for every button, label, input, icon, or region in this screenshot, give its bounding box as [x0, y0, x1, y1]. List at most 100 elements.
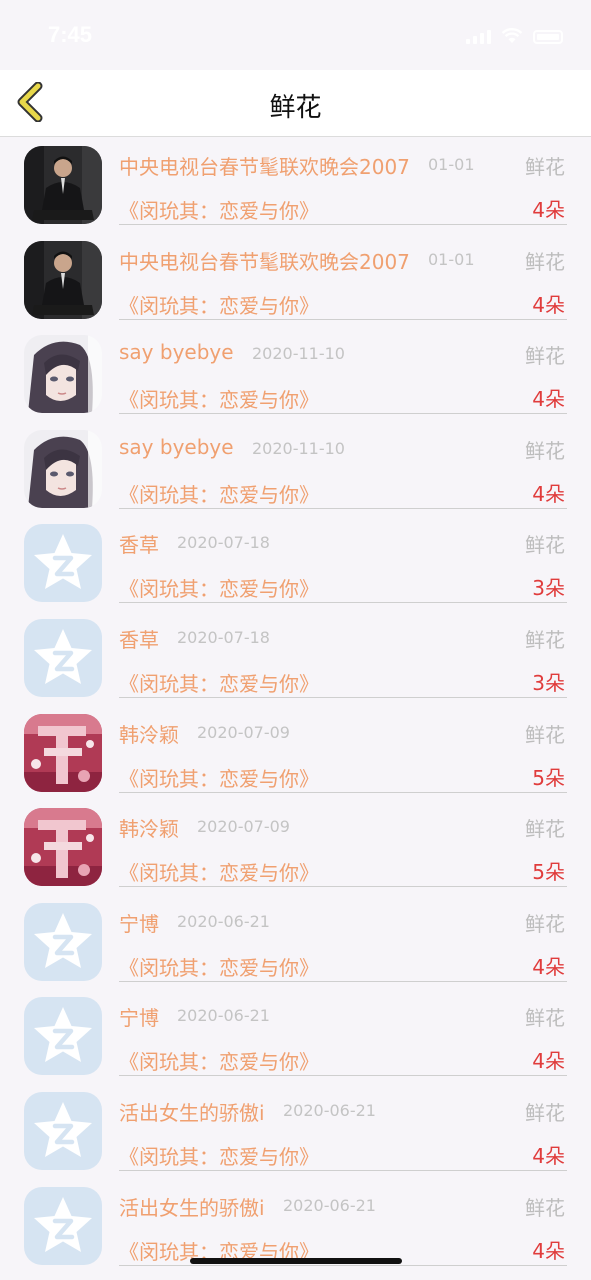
sender-name[interactable]: 韩泠颖 — [119, 719, 179, 748]
page-title: 鲜花 — [269, 93, 322, 123]
gift-type-label: 鲜花 — [525, 533, 565, 558]
gift-date: 01-01 — [428, 249, 475, 269]
list-item[interactable]: 韩泠颖 2020-07-09 鲜花《闵玧其：恋爱与你》 5朵 — [0, 799, 591, 894]
gift-type-label: 鲜花 — [525, 155, 565, 179]
list-item[interactable]: say byebye 2020-11-10 鲜花《闵玧其：恋爱与你》 4朵 — [0, 421, 591, 516]
sender-name[interactable]: 活出女生的骄傲i — [119, 1192, 265, 1221]
wifi-icon — [501, 28, 523, 43]
avatar[interactable] — [24, 1186, 102, 1265]
sender-name[interactable]: 中央电视台春节髦联欢晚会2007 — [119, 246, 410, 275]
sender-name[interactable]: 活出女生的骄傲i — [119, 1097, 265, 1126]
gift-date: 2020-07-09 — [197, 722, 290, 742]
flower-count: 4朵 — [532, 481, 565, 506]
gift-type-label: 鲜花 — [525, 1195, 565, 1220]
gift-date: 01-01 — [428, 155, 475, 174]
song-title[interactable]: 《闵玧其：恋爱与你》 — [119, 668, 319, 697]
list-item[interactable]: 活出女生的骄傲i 2020-06-21 鲜花 《闵玧其：恋爱与你》 4朵 — [0, 1083, 591, 1178]
flower-count: 5朵 — [532, 765, 565, 790]
gift-date: 2020-11-10 — [252, 438, 345, 458]
avatar[interactable] — [24, 618, 102, 697]
avatar[interactable] — [24, 1091, 102, 1170]
gift-type-label: 鲜花 — [525, 722, 565, 747]
gift-type-label: 鲜花 — [525, 627, 565, 652]
sender-name[interactable]: say byebye — [119, 435, 234, 459]
cellular-signal-icon — [466, 30, 491, 44]
gift-date: 2020-06-21 — [283, 1195, 376, 1215]
list-item[interactable]: 韩泠颖 2020-07-09 鲜花《闵玧其：恋爱与你》 5朵 — [0, 705, 591, 800]
row-divider — [119, 980, 567, 982]
row-divider — [119, 1169, 567, 1171]
gift-type-label: 鲜花 — [525, 1006, 565, 1031]
gift-type-label: 鲜花 — [525, 438, 565, 463]
list-item[interactable]: 香草 2020-07-18 鲜花《闵玧其：恋爱与你》 3朵 — [0, 515, 591, 610]
flower-count: 4朵 — [532, 292, 565, 317]
list-item[interactable]: 香草 2020-07-18 鲜花《闵玧其：恋爱与你》 3朵 — [0, 610, 591, 705]
list-item[interactable]: 宁博 2020-06-21 鲜花《闵玧其：恋爱与你》 4朵 — [0, 894, 591, 989]
song-title[interactable]: 《闵玧其：恋爱与你》 — [119, 1141, 319, 1170]
song-title[interactable]: 《闵玧其：恋爱与你》 — [119, 857, 319, 886]
list-item[interactable]: 宁博 2020-06-21 鲜花《闵玧其：恋爱与你》 4朵 — [0, 988, 591, 1083]
song-title[interactable]: 《闵玧其：恋爱与你》 — [119, 384, 319, 413]
row-divider — [119, 602, 567, 604]
song-title[interactable]: 《闵玧其：恋爱与你》 — [119, 479, 319, 508]
avatar[interactable] — [24, 335, 102, 414]
sender-name[interactable]: 中央电视台春节髦联欢晚会2007 — [119, 151, 410, 180]
row-divider — [119, 696, 567, 698]
flower-gift-list: 中央电视台春节髦联欢晚会2007 01-01 鲜花 《闵玧其：恋爱与你》 4朵 中央电视台… — [0, 137, 591, 1272]
avatar[interactable] — [24, 146, 102, 224]
sender-name[interactable]: say byebye — [119, 340, 234, 364]
row-divider — [119, 507, 567, 509]
gift-date: 2020-06-21 — [283, 1100, 376, 1120]
gift-type-label: 鲜花 — [525, 817, 565, 842]
gift-date: 2020-07-18 — [177, 627, 270, 647]
sender-name[interactable]: 宁博 — [119, 1002, 159, 1031]
song-title[interactable]: 《闵玧其：恋爱与你》 — [119, 952, 319, 981]
gift-date: 2020-07-09 — [197, 817, 290, 837]
avatar[interactable] — [24, 524, 102, 603]
sender-name[interactable]: 香草 — [119, 624, 159, 653]
row-divider — [119, 1075, 567, 1077]
avatar[interactable] — [24, 808, 102, 887]
song-title[interactable]: 《闵玧其：恋爱与你》 — [119, 763, 319, 792]
flower-count: 4朵 — [532, 954, 565, 979]
home-indicator[interactable] — [190, 1258, 402, 1264]
flower-count: 4朵 — [532, 198, 565, 222]
song-title[interactable]: 《闵玧其：恋爱与你》 — [119, 1046, 319, 1075]
status-icons — [466, 28, 563, 44]
gift-date: 2020-07-18 — [177, 533, 270, 553]
gift-date: 2020-06-21 — [177, 1006, 270, 1026]
gift-type-label: 鲜花 — [525, 1100, 565, 1125]
avatar[interactable] — [24, 902, 102, 981]
status-time: 7:45 — [48, 22, 93, 47]
flower-count: 5朵 — [532, 860, 565, 885]
gift-type-label: 鲜花 — [525, 344, 565, 369]
avatar[interactable] — [24, 240, 102, 319]
row-divider — [119, 886, 567, 888]
battery-icon — [533, 30, 563, 44]
flower-count: 3朵 — [532, 576, 565, 601]
list-item[interactable]: 中央电视台春节髦联欢晚会2007 01-01 鲜花 《闵玧其：恋爱与你》 4朵 — [0, 232, 591, 327]
flower-count: 4朵 — [532, 1049, 565, 1074]
list-item[interactable]: say byebye 2020-11-10 鲜花《闵玧其：恋爱与你》 4朵 — [0, 326, 591, 421]
sender-name[interactable]: 韩泠颖 — [119, 813, 179, 842]
row-divider — [119, 318, 567, 320]
sender-name[interactable]: 香草 — [119, 529, 159, 558]
row-divider — [119, 224, 567, 225]
gift-type-label: 鲜花 — [525, 911, 565, 936]
gift-date: 2020-06-21 — [177, 911, 270, 931]
flower-count: 3朵 — [532, 670, 565, 695]
sender-name[interactable]: 宁博 — [119, 908, 159, 937]
flower-count: 4朵 — [532, 387, 565, 412]
song-title[interactable]: 《闵玧其：恋爱与你》 — [119, 195, 319, 224]
avatar[interactable] — [24, 997, 102, 1076]
row-divider — [119, 791, 567, 793]
list-item[interactable]: 中央电视台春节髦联欢晚会2007 01-01 鲜花《闵玧其：恋爱与你》 4朵 — [0, 137, 591, 232]
song-title[interactable]: 《闵玧其：恋爱与你》 — [119, 290, 319, 319]
status-bar: 7:45 — [0, 0, 591, 70]
song-title[interactable]: 《闵玧其：恋爱与你》 — [119, 573, 319, 602]
avatar[interactable] — [24, 713, 102, 792]
gift-date: 2020-11-10 — [252, 344, 345, 364]
navigation-bar: 鲜花 — [0, 70, 591, 137]
row-divider — [119, 413, 567, 415]
avatar[interactable] — [24, 429, 102, 508]
